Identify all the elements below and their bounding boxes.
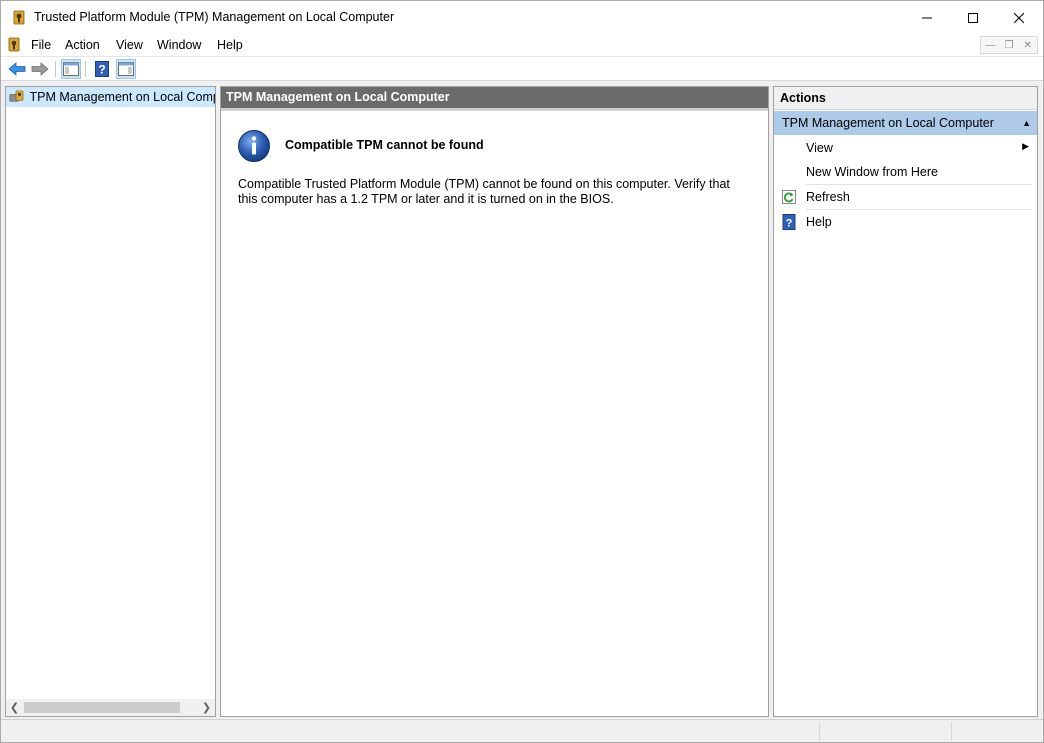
- action-refresh[interactable]: Refresh: [774, 185, 1037, 210]
- action-label: Refresh: [806, 190, 850, 204]
- scroll-right-icon[interactable]: ❯: [198, 699, 215, 716]
- menu-view[interactable]: View: [116, 38, 143, 52]
- show-hide-console-tree-icon: [63, 62, 79, 76]
- message-body: Compatible Trusted Platform Module (TPM)…: [238, 177, 730, 206]
- menu-bar: File Action View Window Help — ❐ ✕: [1, 34, 1043, 56]
- tpm-key-icon: [13, 10, 25, 25]
- close-icon: [1014, 12, 1024, 23]
- window-title: Trusted Platform Module (TPM) Management…: [34, 10, 395, 24]
- minimize-icon: [922, 17, 932, 18]
- status-bar: [1, 719, 1043, 742]
- action-help[interactable]: ? Help: [774, 210, 1037, 235]
- mdi-restore-icon[interactable]: ❐: [1000, 37, 1019, 53]
- menu-help[interactable]: Help: [217, 38, 243, 52]
- action-view[interactable]: View ▶: [774, 136, 1037, 161]
- refresh-icon: [782, 190, 796, 204]
- toolbar-separator: [55, 61, 56, 77]
- horizontal-scrollbar[interactable]: ❮ ❯: [6, 699, 215, 716]
- svg-text:?: ?: [786, 218, 793, 230]
- information-icon: [238, 130, 270, 162]
- help-button[interactable]: ?: [92, 59, 112, 79]
- minimize-button[interactable]: [904, 1, 950, 34]
- result-pane: TPM Management on Local Computer Compati…: [220, 86, 769, 717]
- tree-item-tpm-management[interactable]: TPM Management on Local Computer: [6, 87, 215, 107]
- back-button[interactable]: [7, 59, 27, 79]
- help-icon: ?: [782, 214, 796, 230]
- help-icon: ?: [95, 61, 109, 77]
- status-bar-divider: [951, 722, 952, 741]
- actions-header: Actions: [774, 87, 1037, 110]
- title-bar[interactable]: Trusted Platform Module (TPM) Management…: [1, 1, 1043, 34]
- menu-file[interactable]: File: [31, 38, 51, 52]
- action-label: New Window from Here: [806, 165, 938, 179]
- scrollbar-thumb[interactable]: [24, 702, 180, 713]
- forward-arrow-icon: [31, 62, 49, 76]
- show-hide-action-pane-button[interactable]: [116, 59, 136, 79]
- mmc-window: Trusted Platform Module (TPM) Management…: [0, 0, 1044, 743]
- actions-section-title: TPM Management on Local Computer: [782, 116, 994, 130]
- tpm-snapin-icon: [9, 90, 24, 102]
- scroll-left-icon[interactable]: ❮: [6, 699, 23, 716]
- action-new-window-from-here[interactable]: New Window from Here: [774, 160, 1037, 185]
- forward-button[interactable]: [30, 59, 50, 79]
- console-tree-pane: TPM Management on Local Computer ❮ ❯: [5, 86, 216, 717]
- mdi-minimize-icon[interactable]: —: [981, 37, 1000, 53]
- toolbar-separator: [85, 61, 86, 77]
- show-hide-action-pane-icon: [118, 62, 134, 76]
- message-title: Compatible TPM cannot be found: [285, 138, 484, 152]
- mdi-window-controls: — ❐ ✕: [980, 36, 1038, 54]
- maximize-button[interactable]: [950, 1, 996, 34]
- system-menu-icon[interactable]: [6, 37, 22, 53]
- close-button[interactable]: [996, 1, 1042, 34]
- back-arrow-icon: [8, 62, 26, 76]
- action-label: View: [806, 141, 833, 155]
- maximize-icon: [968, 12, 978, 23]
- mdi-close-icon[interactable]: ✕: [1018, 37, 1037, 53]
- svg-text:?: ?: [98, 63, 105, 77]
- actions-pane: Actions TPM Management on Local Computer…: [773, 86, 1038, 717]
- tree-item-label: TPM Management on Local Computer: [29, 90, 216, 104]
- actions-section-tpm-management[interactable]: TPM Management on Local Computer ▲: [774, 111, 1037, 135]
- collapse-up-icon[interactable]: ▲: [1022, 111, 1031, 135]
- result-pane-header: TPM Management on Local Computer: [221, 87, 768, 111]
- toolbar: ?: [1, 56, 1043, 81]
- action-label: Help: [806, 215, 832, 229]
- menu-action[interactable]: Action: [65, 38, 100, 52]
- status-bar-divider: [819, 722, 820, 741]
- menu-window[interactable]: Window: [157, 38, 201, 52]
- submenu-arrow-icon: ▶: [1022, 141, 1029, 151]
- show-hide-console-tree-button[interactable]: [61, 59, 81, 79]
